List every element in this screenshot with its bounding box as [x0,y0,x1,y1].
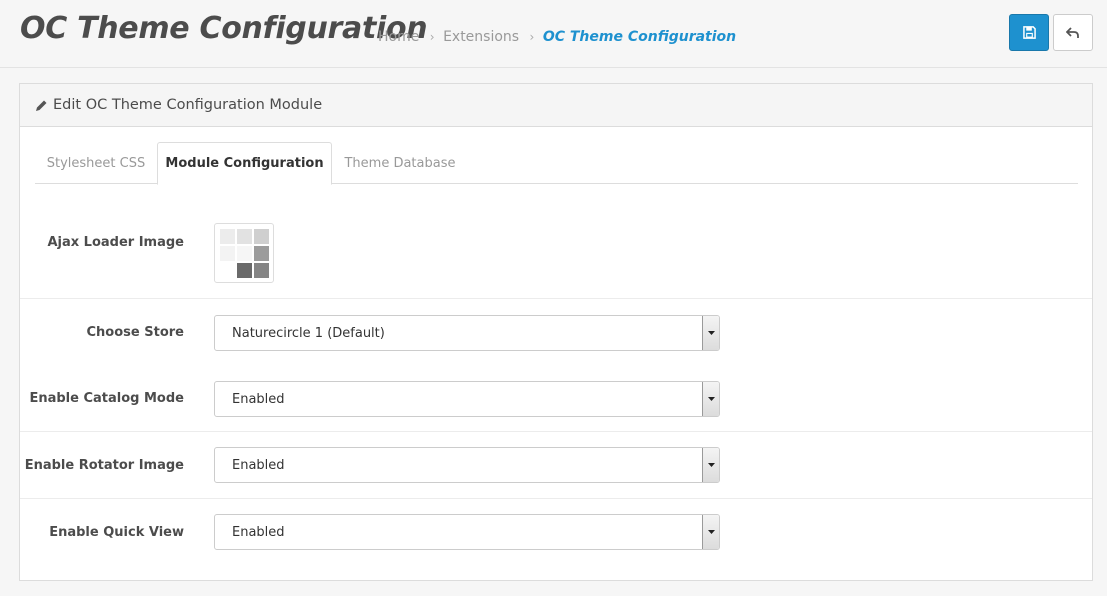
ajax-loader-label: Ajax Loader Image [47,235,184,250]
dropdown-arrow-icon[interactable] [702,515,719,549]
save-button[interactable] [1009,14,1049,51]
reply-arrow-icon [1066,26,1079,38]
panel-title: Edit OC Theme Configuration Module [53,97,323,113]
rotator-image-value: Enabled [232,457,285,473]
tab-module-configuration[interactable]: Module Configuration [157,142,332,185]
page-header: OC Theme Configuration Home › Extensions… [0,0,1107,68]
catalog-mode-label: Enable Catalog Mode [29,391,184,406]
panel-heading: Edit OC Theme Configuration Module [20,84,1092,127]
loader-grid-image [220,229,269,278]
choose-store-select[interactable]: Naturecircle 1 (Default) [214,315,720,351]
breadcrumb-current[interactable]: OC Theme Configuration [543,29,736,45]
tab-stylesheet-css[interactable]: Stylesheet CSS [35,142,157,184]
choose-store-label: Choose Store [86,325,184,340]
breadcrumb-separator: › [529,30,535,44]
back-button[interactable] [1053,14,1093,51]
catalog-mode-select[interactable]: Enabled [214,381,720,417]
quick-view-row: Enable Quick View Enabled [20,498,1092,580]
tab-bar: Stylesheet CSS Module Configuration Them… [35,142,1078,185]
breadcrumb: Home › Extensions › OC Theme Configurati… [378,29,736,45]
breadcrumb-separator: › [429,30,435,44]
dropdown-arrow-icon[interactable] [702,316,719,350]
dropdown-arrow-icon[interactable] [702,448,719,482]
rotator-image-label: Enable Rotator Image [24,458,184,473]
tab-theme-database[interactable]: Theme Database [332,142,468,184]
ajax-loader-image[interactable] [214,223,274,283]
rotator-image-row: Enable Rotator Image Enabled [20,431,1092,498]
breadcrumb-home[interactable]: Home [378,29,419,45]
ajax-loader-row: Ajax Loader Image [20,199,1092,298]
page-title: OC Theme Configuration [20,11,428,46]
module-panel: Edit OC Theme Configuration Module Style… [19,83,1093,581]
catalog-mode-value: Enabled [232,391,285,407]
quick-view-label: Enable Quick View [49,525,184,540]
quick-view-select[interactable]: Enabled [214,514,720,550]
rotator-image-select[interactable]: Enabled [214,447,720,483]
choose-store-value: Naturecircle 1 (Default) [232,325,385,341]
pencil-icon [35,99,48,112]
breadcrumb-extensions[interactable]: Extensions [443,29,519,45]
dropdown-arrow-icon[interactable] [702,382,719,416]
store-row: Choose Store Naturecircle 1 (Default) En… [20,298,1092,431]
floppy-disk-icon [1022,26,1036,39]
quick-view-value: Enabled [232,524,285,540]
